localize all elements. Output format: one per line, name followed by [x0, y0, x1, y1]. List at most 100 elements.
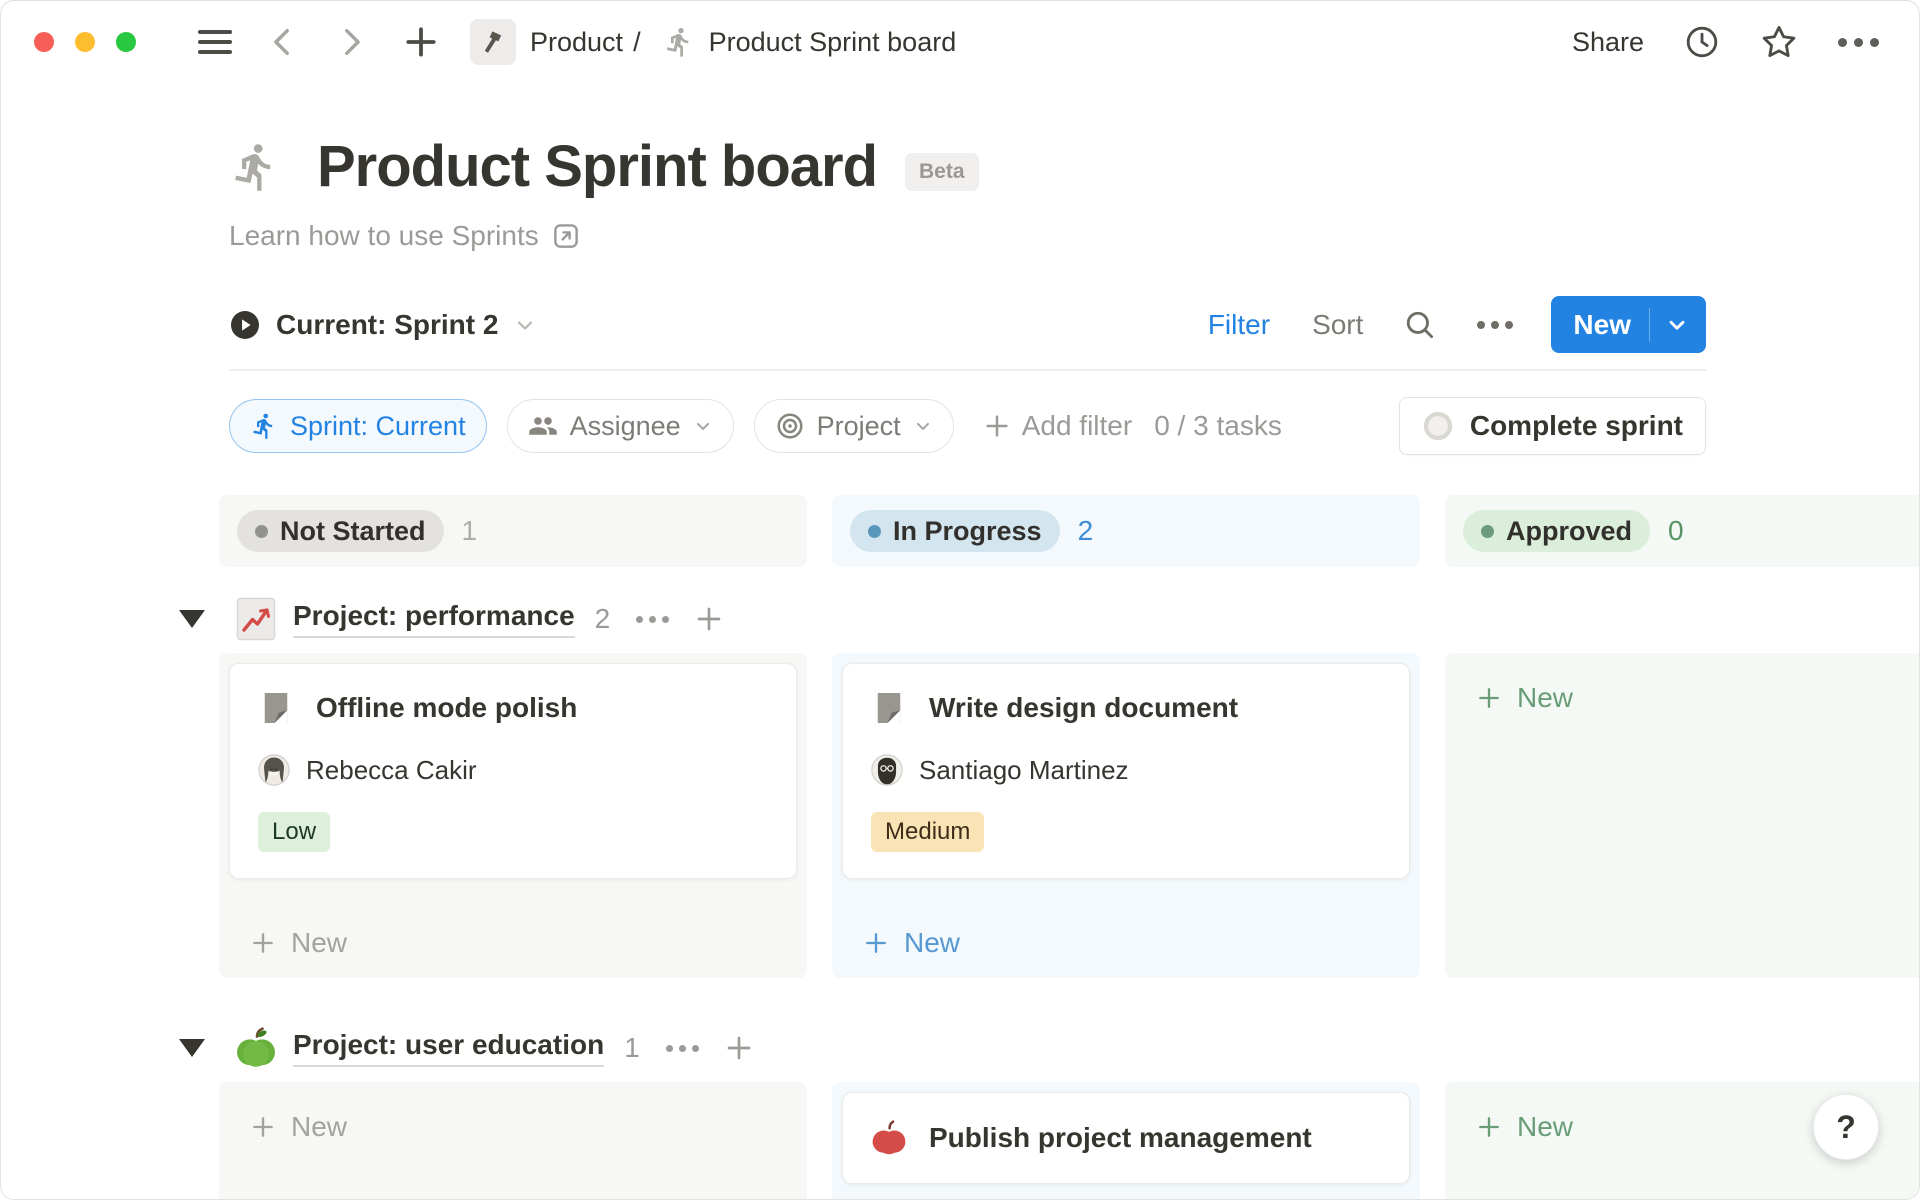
group-count: 1	[624, 1032, 640, 1064]
task-card[interactable]: Publish project management	[842, 1092, 1410, 1184]
group-add-icon[interactable]	[693, 603, 725, 635]
page-runner-icon[interactable]	[229, 141, 281, 193]
cell-approved: New	[1445, 653, 1920, 978]
card-title: Publish project management	[929, 1122, 1312, 1154]
sort-button[interactable]: Sort	[1312, 309, 1363, 341]
star-icon[interactable]	[1760, 23, 1798, 61]
column-header-in-progress: In Progress 2	[832, 495, 1420, 567]
status-badge[interactable]: Not Started	[237, 510, 444, 552]
collapse-triangle-icon[interactable]	[179, 610, 205, 628]
traffic-lights	[34, 32, 136, 52]
new-card-button[interactable]: New	[832, 916, 1420, 970]
new-button-divider	[1649, 308, 1650, 342]
assignee-filter-chip[interactable]: Assignee	[507, 399, 734, 453]
clock-icon[interactable]	[1684, 24, 1720, 60]
close-window-button[interactable]	[34, 32, 54, 52]
breadcrumb-separator: /	[633, 27, 641, 58]
breadcrumb-parent[interactable]: Product	[530, 27, 623, 58]
column-headers: Not Started 1 In Progress 2 Approved 0	[219, 495, 1920, 567]
learn-link[interactable]: Learn how to use Sprints	[229, 220, 581, 252]
status-badge[interactable]: Approved	[1463, 510, 1650, 552]
chevron-down-icon	[513, 313, 537, 337]
view-toolbar: Current: Sprint 2 Filter Sort New	[229, 296, 1706, 353]
breadcrumb-current[interactable]: Product Sprint board	[709, 27, 957, 58]
green-apple-icon	[235, 1026, 277, 1070]
group-header-user-education: Project: user education 1	[179, 1026, 1920, 1070]
search-icon[interactable]	[1403, 308, 1437, 342]
project-filter-chip[interactable]: Project	[754, 399, 954, 453]
toolbar-divider	[229, 369, 1706, 371]
plus-icon	[862, 929, 890, 957]
group-header-performance: Project: performance 2	[179, 597, 1920, 641]
assignee-name: Rebecca Cakir	[306, 755, 477, 786]
notion-window: Product / Product Sprint board Share Pro…	[0, 0, 1920, 1200]
page-header: Product Sprint board Beta	[229, 133, 1706, 200]
view-switcher[interactable]: Current: Sprint 2	[229, 309, 537, 341]
column-count: 2	[1078, 515, 1094, 547]
column-header-approved: Approved 0	[1445, 495, 1920, 567]
new-card-button[interactable]: New	[1445, 671, 1920, 725]
plus-icon	[1475, 1113, 1503, 1141]
column-count: 0	[1668, 515, 1684, 547]
collapse-triangle-icon[interactable]	[179, 1039, 205, 1057]
view-label: Current: Sprint 2	[276, 309, 498, 341]
page-icon	[258, 690, 294, 726]
add-filter-button[interactable]: Add filter	[982, 410, 1133, 442]
external-link-icon	[551, 221, 581, 251]
group-label[interactable]: Project: performance	[293, 600, 575, 638]
tasks-counter: 0 / 3 tasks	[1154, 410, 1282, 442]
status-badge[interactable]: In Progress	[850, 510, 1060, 552]
group-more-icon[interactable]	[636, 616, 669, 623]
hammer-icon	[470, 19, 516, 65]
priority-tag: Low	[258, 812, 330, 852]
forward-icon[interactable]	[334, 25, 368, 59]
group-performance-columns: Offline mode polish Rebecca Cakir Low Ne…	[219, 653, 1920, 978]
status-dot-icon	[868, 525, 881, 538]
progress-ring-icon	[1422, 410, 1454, 442]
view-more-icon[interactable]	[1477, 321, 1513, 329]
red-apple-icon	[871, 1119, 907, 1157]
zoom-window-button[interactable]	[116, 32, 136, 52]
group-user-education-columns: New Publish project management New	[219, 1082, 1920, 1200]
share-button[interactable]: Share	[1572, 27, 1644, 58]
page-title: Product Sprint board	[317, 133, 877, 200]
plus-icon	[249, 929, 277, 957]
group-count: 2	[595, 603, 611, 635]
sidebar-toggle-icon[interactable]	[198, 30, 232, 54]
new-button[interactable]: New	[1551, 296, 1706, 353]
cell-not-started: New	[219, 1082, 807, 1200]
priority-tag: Medium	[871, 812, 984, 852]
task-card[interactable]: Offline mode polish Rebecca Cakir Low	[229, 663, 797, 879]
chevron-down-icon	[913, 416, 933, 436]
status-dot-icon	[255, 525, 268, 538]
add-page-icon[interactable]	[402, 23, 440, 61]
group-label[interactable]: Project: user education	[293, 1029, 604, 1067]
help-button[interactable]: ?	[1813, 1094, 1879, 1160]
sprint-filter-chip[interactable]: Sprint: Current	[229, 399, 487, 453]
column-header-not-started: Not Started 1	[219, 495, 807, 567]
task-card[interactable]: Write design document Santiago Martinez …	[842, 663, 1410, 879]
page-icon	[871, 690, 907, 726]
filter-bar: Sprint: Current Assignee Project Add fil…	[229, 397, 1706, 455]
project-filter-label: Project	[817, 411, 901, 442]
more-icon[interactable]	[1838, 38, 1879, 47]
complete-sprint-button[interactable]: Complete sprint	[1399, 397, 1706, 455]
play-icon	[229, 309, 261, 341]
new-card-button[interactable]: New	[219, 1100, 807, 1154]
new-card-button[interactable]: New	[219, 916, 807, 970]
avatar	[258, 754, 290, 786]
assignee-name: Santiago Martinez	[919, 755, 1129, 786]
group-add-icon[interactable]	[723, 1032, 755, 1064]
back-icon[interactable]	[266, 25, 300, 59]
minimize-window-button[interactable]	[75, 32, 95, 52]
filter-button[interactable]: Filter	[1208, 309, 1270, 341]
group-more-icon[interactable]	[666, 1045, 699, 1052]
new-button-chevron-icon[interactable]	[1664, 312, 1690, 338]
add-filter-label: Add filter	[1022, 410, 1133, 442]
column-count: 1	[462, 515, 478, 547]
card-title: Write design document	[929, 692, 1238, 724]
people-icon	[528, 411, 558, 441]
runner-icon	[250, 412, 278, 440]
avatar	[871, 754, 903, 786]
plus-icon	[982, 411, 1012, 441]
